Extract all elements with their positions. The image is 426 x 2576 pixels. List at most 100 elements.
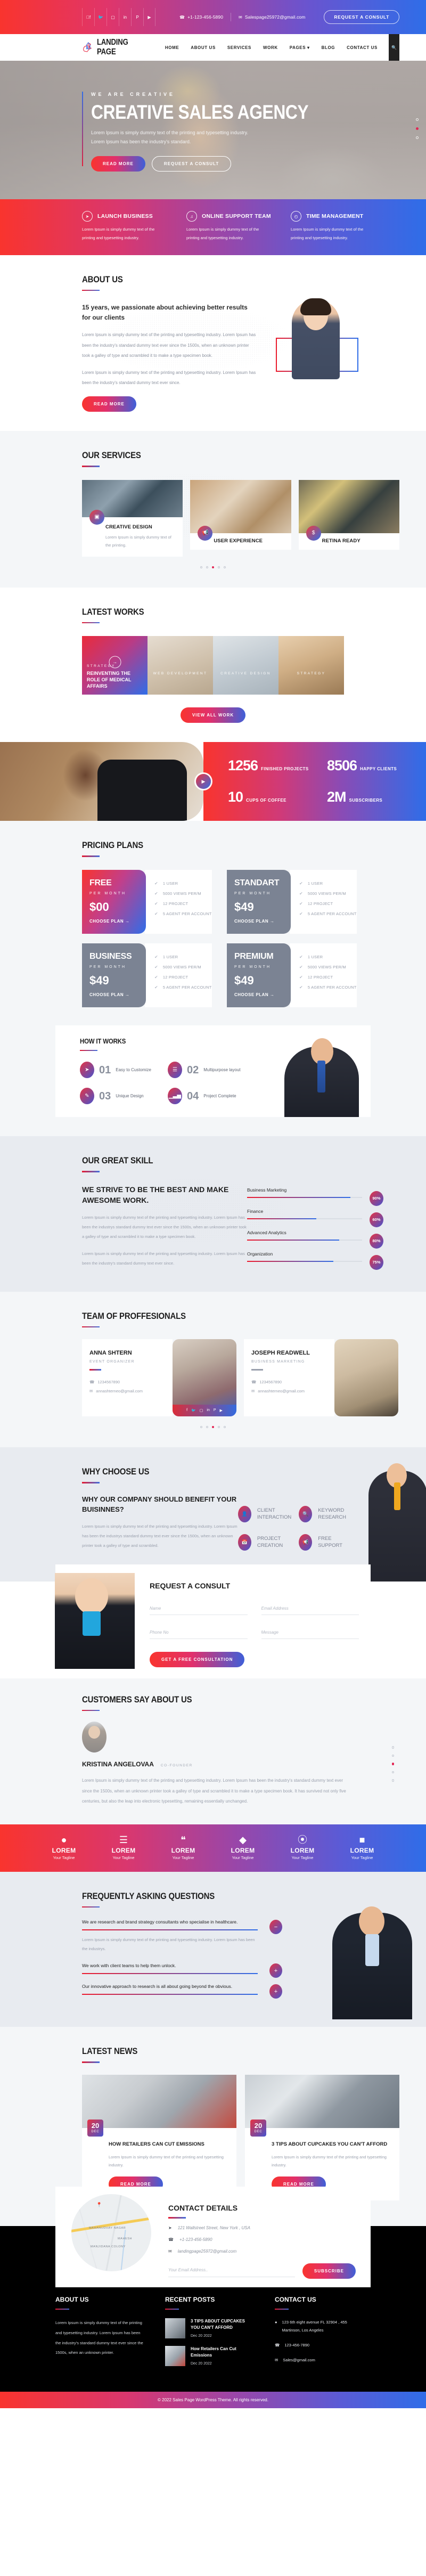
choose-plan-button[interactable]: CHOOSE PLAN → [89, 919, 146, 924]
hero-read-more-button[interactable]: READ MORE [91, 156, 145, 172]
nav-item-about-us[interactable]: ABOUT US [185, 45, 222, 50]
news-card-title[interactable]: 3 TIPS ABOUT CUPCAKES YOU CAN'T AFFORD [272, 2141, 392, 2148]
testimonial-dot-3[interactable] [391, 1763, 394, 1765]
message-field[interactable] [261, 1627, 359, 1639]
choose-plan-button[interactable]: CHOOSE PLAN → [234, 919, 291, 924]
footer-about-column: ABOUT US Lorem Ipsum is simply dummy tex… [55, 2296, 145, 2374]
member-phone[interactable]: ☎ 1234567890 [251, 1377, 334, 1387]
choose-plan-button[interactable]: CHOOSE PLAN → [89, 992, 146, 997]
brand-item[interactable]: ● LOREM Your Tagline [38, 1835, 90, 1860]
feature-desc: Lorem Ipsum is simply dummy text of the … [291, 227, 364, 240]
choose-plan-button[interactable]: CHOOSE PLAN → [234, 992, 291, 997]
twitter-icon[interactable]: 🐦 [94, 8, 106, 26]
contact-email[interactable]: ✉ landingpage25972@gmail.com [168, 2249, 356, 2254]
services-dot-1[interactable] [200, 566, 202, 568]
work-card[interactable]: WEB DEVELOPMENT [148, 636, 213, 695]
plan-feature: ✔ 5 AGENT PER ACCOUNT [154, 984, 212, 990]
brand-item[interactable]: ◆ LOREM Your Tagline [217, 1835, 269, 1860]
service-card-user-experience[interactable]: 📢 USER EXPERIENCE [190, 479, 291, 557]
youtube-icon[interactable]: ▶ [143, 8, 155, 26]
view-all-work-button[interactable]: VIEW ALL WORK [180, 707, 246, 723]
footer-post[interactable]: 3 TIPS ABOUT CUPCAKES YOU CAN'T AFFORD D… [165, 2318, 255, 2339]
nav-item-services[interactable]: SERVICES [222, 45, 257, 50]
pinterest-icon[interactable]: P [131, 8, 143, 26]
faq-expand-icon[interactable]: + [269, 1984, 282, 1999]
request-consult-button[interactable]: REQUEST A CONSULT [324, 10, 399, 24]
services-dot-4[interactable] [218, 566, 220, 568]
email-field[interactable] [261, 1603, 359, 1615]
topbar-email[interactable]: Salespage25972@gmail.com [245, 14, 306, 20]
testimonial-dot-4[interactable] [391, 1771, 394, 1774]
testimonial-dot-2[interactable] [391, 1754, 394, 1757]
brand-item[interactable]: ■ LOREM Your Tagline [336, 1835, 388, 1860]
brand-item[interactable]: ❝ LOREM Your Tagline [157, 1835, 209, 1860]
testimonial-dot-1[interactable] [391, 1746, 394, 1749]
brand-logo-block[interactable]: LANDING PAGE [82, 38, 150, 57]
map-thumbnail[interactable]: 📍 MAHANUDHAY NAGAR MAHESH MANJIDANA COLO… [71, 2194, 151, 2272]
nav-item-contact-us[interactable]: CONTACT US [341, 45, 383, 50]
member-email[interactable]: ✉ annashterneo@gmail.com [251, 1387, 334, 1396]
linkedin-icon[interactable]: in [207, 1408, 209, 1413]
brand-item[interactable]: ☰ LOREM Your Tagline [97, 1835, 150, 1860]
get-free-consultation-button[interactable]: GET A FREE CONSULTATION [150, 1651, 245, 1667]
phone-icon: ☎ [275, 2343, 280, 2348]
twitter-icon[interactable]: 🐦 [191, 1408, 196, 1413]
testimonial-dot-5[interactable] [391, 1779, 394, 1782]
team-dot-1[interactable] [200, 1426, 202, 1429]
service-card-creative-design[interactable]: ▣ CREATIVE DESIGN Lorem Ipsum is simply … [82, 479, 183, 557]
location-pin-icon: ● [275, 2320, 277, 2325]
youtube-icon[interactable]: ▶ [220, 1408, 223, 1413]
member-role: EVENT ORGANIZER [89, 1360, 135, 1364]
footer-area: 📍 MAHANUDHAY NAGAR MAHESH MANJIDANA COLO… [0, 2187, 426, 2392]
hero-dot-3[interactable] [416, 136, 419, 139]
subscribe-email-input[interactable] [168, 2264, 295, 2277]
brand-tagline: Your Tagline [172, 1855, 194, 1860]
member-email[interactable]: ✉ annashterneo@gmail.com [89, 1387, 173, 1396]
service-card-retina-ready[interactable]: $ RETINA READY [298, 479, 399, 557]
subscribe-button[interactable]: SUBSCRIBE [302, 2263, 356, 2279]
faq-question[interactable]: We work with client teams to help them u… [82, 1963, 258, 1968]
services-dot-5[interactable] [224, 566, 226, 568]
nav-item-pages[interactable]: PAGES ▾ [284, 45, 316, 50]
instagram-icon[interactable]: ▢ [106, 8, 119, 26]
nav-item-blog[interactable]: BLOG [316, 45, 341, 50]
why-item-client-interaction: 👤 CLIENT INTERACTION [237, 1505, 291, 1522]
play-icon[interactable]: ▶ [196, 774, 211, 789]
footer-post[interactable]: How Retailers Can Cut Emissions Dec 20 2… [165, 2346, 255, 2367]
services-dot-3[interactable] [212, 566, 214, 568]
search-icon[interactable]: 🔍 [388, 34, 399, 61]
linkedin-icon[interactable]: in [119, 8, 131, 26]
hero-request-consult-button[interactable]: REQUEST A CONSULT [151, 156, 232, 172]
nav-item-home[interactable]: HOME [159, 45, 185, 50]
team-dot-4[interactable] [218, 1426, 220, 1429]
faq-item: Our innovative approach to research is a… [82, 1984, 282, 1999]
contact-phone[interactable]: ☎ +1-123-456-5890 [168, 2237, 356, 2242]
pinterest-icon[interactable]: P [214, 1408, 216, 1413]
faq-collapse-icon[interactable]: − [269, 1920, 282, 1935]
work-card[interactable]: CREATIVE DESIGN [213, 636, 278, 695]
hero-dot-1[interactable] [416, 118, 419, 121]
faq-question[interactable]: We are research and brand strategy consu… [82, 1919, 258, 1925]
work-card[interactable]: → STRATEGY REINVENTING THE ROLE OF MEDIC… [82, 636, 148, 695]
team-dot-5[interactable] [224, 1426, 226, 1429]
news-card-title[interactable]: HOW RETAILERS CAN CUT EMISSIONS [109, 2141, 229, 2148]
work-card[interactable]: STRATEGY [278, 636, 344, 695]
member-phone[interactable]: ☎ 1234567890 [89, 1377, 173, 1387]
phone-field[interactable] [150, 1627, 248, 1639]
facebook-icon[interactable]: f [82, 8, 94, 26]
footer-email[interactable]: ✉ Sales@gmail.com [275, 2356, 364, 2364]
team-dot-2[interactable] [206, 1426, 208, 1429]
brand-item[interactable]: ⦿ LOREM Your Tagline [276, 1835, 329, 1860]
name-field[interactable] [150, 1603, 248, 1615]
about-read-more-button[interactable]: READ MORE [82, 396, 136, 412]
instagram-icon[interactable]: ▢ [200, 1408, 203, 1413]
faq-question[interactable]: Our innovative approach to research is a… [82, 1984, 258, 1989]
faq-expand-icon[interactable]: + [269, 1963, 282, 1978]
nav-item-work[interactable]: WORK [257, 45, 284, 50]
facebook-icon[interactable]: f [186, 1408, 187, 1413]
footer-phone[interactable]: ☎ 123-456-7890 [275, 2341, 364, 2349]
team-dot-3[interactable] [212, 1426, 214, 1429]
services-dot-2[interactable] [206, 566, 208, 568]
hero-dot-2[interactable] [416, 127, 419, 130]
topbar-phone[interactable]: +1-123-456-5890 [187, 14, 223, 20]
